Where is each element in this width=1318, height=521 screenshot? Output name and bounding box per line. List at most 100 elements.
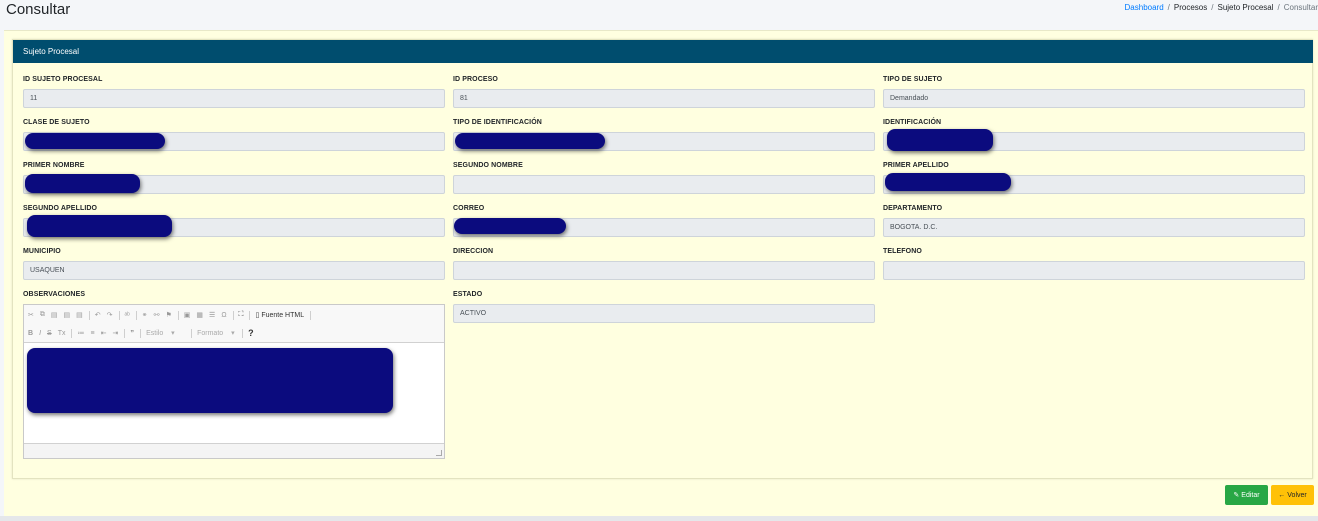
image-icon[interactable]: ▣ <box>184 311 191 319</box>
breadcrumb: Dashboard / Procesos / Sujeto Procesal / Consu… <box>1125 3 1318 12</box>
undo-icon[interactable]: ↶ <box>95 311 101 319</box>
toolbar-separator <box>135 310 137 320</box>
redaction-mark <box>455 133 605 149</box>
redaction-mark <box>885 173 1011 191</box>
label-observaciones: OBSERVACIONES <box>23 291 86 298</box>
unlink-icon[interactable]: ⚯ <box>154 311 160 319</box>
label-departamento: DEPARTAMENTO <box>883 205 943 212</box>
outdent-icon[interactable]: ⇤ <box>101 329 107 337</box>
id-proceso-field[interactable]: 81 <box>453 89 875 108</box>
bold-icon[interactable]: B <box>28 330 33 337</box>
label-estado: ESTADO <box>453 291 483 298</box>
paste-word-icon[interactable]: ▤ <box>76 311 83 319</box>
observaciones-editor[interactable]: ✂ ⧉ ▤ ▤ ▤ ↶ ↷ ᵃᵇ ⚭ ⚯ ⚑ ▣ ▦ ☰ Ω ⛶ ▯ Fuent… <box>23 304 445 459</box>
source-html-label: Fuente HTML <box>261 312 305 319</box>
tipo-sujeto-field[interactable]: Demandado <box>883 89 1305 108</box>
label-primer-nombre: PRIMER NOMBRE <box>23 162 85 169</box>
cut-icon[interactable]: ✂ <box>28 311 34 319</box>
link-icon[interactable]: ⚭ <box>142 311 148 319</box>
editor-toolbar: ✂ ⧉ ▤ ▤ ▤ ↶ ↷ ᵃᵇ ⚭ ⚯ ⚑ ▣ ▦ ☰ Ω ⛶ ▯ Fuent… <box>24 305 444 343</box>
style-dropdown[interactable]: Estilo ▾ <box>146 329 186 337</box>
breadcrumb-dashboard[interactable]: Dashboard <box>1125 3 1164 12</box>
label-identificacion: IDENTIFICACIÓN <box>883 119 942 126</box>
telefono-field[interactable] <box>883 261 1305 280</box>
breadcrumb-procesos[interactable]: Procesos <box>1174 3 1207 12</box>
toolbar-separator <box>310 310 312 320</box>
sujeto-procesal-card: Sujeto Procesal ID SUJETO PROCESAL 11 ID… <box>12 39 1313 479</box>
breadcrumb-separator: / <box>1211 3 1214 12</box>
edit-button-label: Editar <box>1241 491 1260 499</box>
estado-field[interactable]: ACTIVO <box>453 304 875 323</box>
breadcrumb-sujeto-procesal[interactable]: Sujeto Procesal <box>1217 3 1273 12</box>
label-segundo-nombre: SEGUNDO NOMBRE <box>453 162 523 169</box>
redaction-mark <box>25 133 165 149</box>
segundo-nombre-field[interactable] <box>453 175 875 194</box>
editor-content-area[interactable] <box>24 343 444 444</box>
editor-footer <box>24 443 444 458</box>
redaction-mark <box>25 174 140 193</box>
strike-icon[interactable]: S <box>47 330 52 337</box>
label-direccion: DIRECCION <box>453 248 494 255</box>
numbered-list-icon[interactable]: ≔ <box>77 329 84 337</box>
edit-icon: ✎ <box>1233 492 1240 499</box>
toolbar-separator <box>118 310 120 320</box>
breadcrumb-consultar: Consultar <box>1283 3 1318 12</box>
help-icon[interactable]: ? <box>248 328 254 338</box>
toolbar-separator <box>191 328 193 338</box>
toolbar-separator <box>232 310 234 320</box>
redaction-mark <box>454 218 566 234</box>
direccion-field[interactable] <box>453 261 875 280</box>
label-primer-apellido: PRIMER APELLIDO <box>883 162 949 169</box>
breadcrumb-separator: / <box>1167 3 1170 12</box>
paste-text-icon[interactable]: ▤ <box>64 311 71 319</box>
label-tipo-sujeto: TIPO DE SUJETO <box>883 76 943 83</box>
label-segundo-apellido: SEGUNDO APELLIDO <box>23 205 98 212</box>
id-sujeto-field[interactable]: 11 <box>23 89 445 108</box>
back-button-label: Volver <box>1287 491 1307 499</box>
page-title: Consultar <box>6 1 71 18</box>
horizontal-rule-icon[interactable]: ☰ <box>209 311 215 319</box>
table-icon[interactable]: ▦ <box>196 311 203 319</box>
label-municipio: MUNICIPIO <box>23 248 61 255</box>
italic-icon[interactable]: I <box>39 330 41 337</box>
label-clase-sujeto: CLASE DE SUJETO <box>23 119 90 126</box>
blockquote-icon[interactable]: ❞ <box>130 329 134 337</box>
maximize-icon[interactable]: ⛶ <box>239 311 244 319</box>
municipio-field[interactable]: USAQUEN <box>23 261 445 280</box>
redo-icon[interactable]: ↷ <box>107 311 113 319</box>
footer-strip <box>0 516 1318 521</box>
redaction-mark <box>27 348 393 413</box>
departamento-field[interactable]: BOGOTA. D.C. <box>883 218 1305 237</box>
arrow-left-icon: ← <box>1278 491 1286 499</box>
paste-icon[interactable]: ▤ <box>51 311 58 319</box>
label-id-proceso: ID PROCESO <box>453 76 498 83</box>
bulleted-list-icon[interactable]: ≡ <box>90 330 94 337</box>
toolbar-separator <box>140 328 142 338</box>
resize-handle-icon[interactable] <box>436 450 442 456</box>
spellcheck-icon[interactable]: ᵃᵇ <box>125 312 130 319</box>
redaction-mark <box>887 129 993 151</box>
toolbar-separator <box>242 328 244 338</box>
toolbar-separator <box>177 310 179 320</box>
anchor-icon[interactable]: ⚑ <box>166 311 172 319</box>
toolbar-separator <box>88 310 90 320</box>
edit-button[interactable]: ✎ Editar <box>1225 485 1268 505</box>
format-dropdown[interactable]: Formato ▾ <box>197 329 237 337</box>
top-bar: Consultar Dashboard / Procesos / Sujeto Proc… <box>0 0 1318 28</box>
label-id-sujeto: ID SUJETO PROCESAL <box>23 76 103 83</box>
breadcrumb-separator: / <box>1277 3 1280 12</box>
special-char-icon[interactable]: Ω <box>221 312 226 319</box>
indent-icon[interactable]: ⇥ <box>112 329 118 337</box>
back-button[interactable]: ← Volver <box>1271 485 1314 505</box>
redaction-mark <box>27 215 172 237</box>
content-panel: Sujeto Procesal ID SUJETO PROCESAL 11 ID… <box>4 30 1318 516</box>
label-telefono: TELEFONO <box>883 248 922 255</box>
style-dropdown-label: Estilo <box>146 330 164 337</box>
source-html-button[interactable]: ▯ Fuente HTML <box>255 311 304 319</box>
toolbar-separator <box>124 328 126 338</box>
toolbar-separator <box>71 328 73 338</box>
toolbar-separator <box>249 310 251 320</box>
label-tipo-identificacion: TIPO DE IDENTIFICACIÓN <box>453 119 542 126</box>
remove-format-icon[interactable]: Tx <box>58 330 66 337</box>
copy-icon[interactable]: ⧉ <box>40 311 45 319</box>
